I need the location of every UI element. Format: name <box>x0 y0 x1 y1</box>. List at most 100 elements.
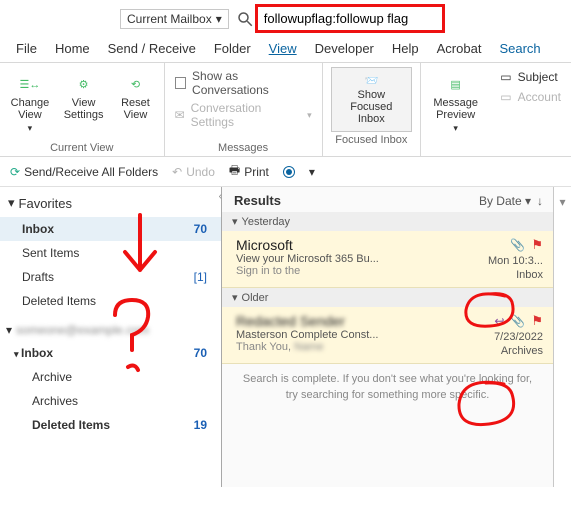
overflow-button[interactable]: ▾ <box>309 165 315 179</box>
group-yesterday[interactable]: ▾ Yesterday <box>222 212 553 231</box>
chevron-down-icon: ▾ <box>8 195 15 211</box>
nav-sub-inbox-label: Inbox <box>21 346 53 360</box>
nav-sub-deleted-count: 19 <box>194 418 207 432</box>
attachment-icon: 📎 <box>510 314 525 328</box>
view-settings-button[interactable]: ⚙ View Settings <box>60 71 107 136</box>
print-label: Print <box>244 165 269 179</box>
change-view-icon: ☰↔ <box>19 73 41 95</box>
reading-pane-collapsed[interactable]: ▾ <box>553 187 571 487</box>
subject-icon: ▭ <box>500 70 511 84</box>
menu-acrobat[interactable]: Acrobat <box>437 41 482 56</box>
nav-sub-archives-label: Archives <box>32 394 78 408</box>
reset-view-button[interactable]: ⟲ Reset View <box>115 71 155 136</box>
preview-icon: ▤ <box>445 73 467 95</box>
undo-label: Undo <box>186 165 215 179</box>
undo-button: ↶ Undo <box>172 165 215 179</box>
chevron-down-icon: ▾ <box>453 123 458 134</box>
arrangement-group: ▭ Subject ▭ Account <box>490 63 571 156</box>
chevron-down-icon: ▾ <box>525 194 531 208</box>
nav-sent[interactable]: Sent Items <box>0 241 221 265</box>
print-button[interactable]: 🖶 Print <box>229 161 269 182</box>
arrange-account: ▭ Account <box>498 87 563 107</box>
message-time: Mon 10:3... <box>488 255 543 267</box>
message-card[interactable]: Microsoft View your Microsoft 365 Bu... … <box>222 231 553 288</box>
arrange-subject-label: Subject <box>518 70 558 84</box>
show-focused-inbox-button[interactable]: 📨 Show Focused Inbox <box>331 67 412 132</box>
message-preview-button[interactable]: ▤ Message Preview ▾ <box>429 71 482 136</box>
chevron-down-icon: ▾ <box>232 291 238 304</box>
menu-developer[interactable]: Developer <box>315 41 374 56</box>
mailbox-selector[interactable]: Current Mailbox ▾ <box>120 9 229 29</box>
account-name: someone@example.com <box>16 323 149 337</box>
send-receive-all-label: Send/Receive All Folders <box>24 165 158 179</box>
menu-view[interactable]: View <box>269 41 297 56</box>
ribbon: ☰↔ Change View ▾ ⚙ View Settings ⟲ Reset… <box>0 62 571 157</box>
message-from: Microsoft <box>236 237 379 253</box>
nav-sub-archive[interactable]: Archive <box>0 365 221 389</box>
nav-sub-deleted-label: Deleted Items <box>32 418 110 432</box>
nav-drafts-count: [1] <box>194 270 207 284</box>
menu-search[interactable]: Search <box>499 41 540 56</box>
results-pane: Results By Date ▾ ↓ ▾ Yesterday Microsof… <box>222 187 553 487</box>
messages-group-label: Messages <box>218 140 268 156</box>
refresh-icon: ⟳ <box>10 165 20 179</box>
menu-file[interactable]: File <box>16 41 37 56</box>
results-title: Results <box>234 193 281 208</box>
sort-by-button[interactable]: By Date ▾ <box>479 194 531 208</box>
search-input[interactable] <box>260 9 440 28</box>
search-complete-text: Search is complete. If you don't see wha… <box>222 364 553 411</box>
nav-deleted[interactable]: Deleted Items <box>0 289 221 313</box>
dot-icon <box>283 166 295 178</box>
undo-icon: ↶ <box>172 165 182 179</box>
conversation-settings-label: Conversation Settings <box>191 101 302 129</box>
group-older[interactable]: ▾ Older <box>222 288 553 307</box>
nav-inbox-label: Inbox <box>22 222 54 236</box>
nav-sub-inbox[interactable]: ▾ Inbox 70 <box>0 341 221 365</box>
reply-icon: ↩ <box>494 314 504 328</box>
message-from: Redacted Sender <box>236 313 378 329</box>
message-subject: Masterson Complete Const... <box>236 329 378 341</box>
menu-send-receive[interactable]: Send / Receive <box>108 41 196 56</box>
message-folder: Archives <box>501 345 543 357</box>
nav-inbox[interactable]: Inbox 70 <box>0 217 221 241</box>
conversation-icon: ✉ <box>175 108 185 122</box>
message-card[interactable]: Redacted Sender Masterson Complete Const… <box>222 307 553 364</box>
change-view-label: Change View <box>10 97 50 121</box>
view-settings-label: View Settings <box>62 97 105 121</box>
attachment-icon: 📎 <box>510 238 525 252</box>
nav-sub-deleted[interactable]: Deleted Items 19 <box>0 413 221 437</box>
show-focused-inbox-label: Show Focused Inbox <box>340 89 403 125</box>
favorites-header[interactable]: ▾ Favorites <box>0 187 221 217</box>
nav-drafts[interactable]: Drafts [1] <box>0 265 221 289</box>
send-receive-all-button[interactable]: ⟳ Send/Receive All Folders <box>10 165 158 179</box>
chevron-down-icon: ▾ <box>232 215 238 228</box>
chevron-down-icon: ▾ <box>216 12 222 26</box>
menu-folder[interactable]: Folder <box>214 41 251 56</box>
arrange-subject[interactable]: ▭ Subject <box>498 67 563 87</box>
reset-view-label: Reset View <box>117 97 153 121</box>
show-as-conversations-checkbox[interactable]: Show as Conversations <box>171 67 316 99</box>
menu-home[interactable]: Home <box>55 41 90 56</box>
message-folder: Inbox <box>516 269 543 281</box>
menu-help[interactable]: Help <box>392 41 419 56</box>
flag-icon[interactable]: ⚑ <box>531 237 543 253</box>
chevron-down-icon: ▾ <box>14 349 21 359</box>
flag-icon[interactable]: ⚑ <box>531 313 543 329</box>
nav-inbox-count: 70 <box>194 222 207 236</box>
nav-deleted-label: Deleted Items <box>22 294 96 308</box>
change-view-button[interactable]: ☰↔ Change View ▾ <box>8 71 52 136</box>
message-preview-label: Message Preview <box>431 97 480 121</box>
message-preview: Sign in to the <box>236 265 379 277</box>
nav-sub-inbox-count: 70 <box>194 346 207 360</box>
search-icon[interactable] <box>235 8 255 30</box>
mailbox-selector-label: Current Mailbox <box>127 12 212 26</box>
nav-sub-archive-label: Archive <box>32 370 72 384</box>
print-icon: 🖶 <box>229 161 240 182</box>
nav-drafts-label: Drafts <box>22 270 54 284</box>
nav-sub-archives[interactable]: Archives <box>0 389 221 413</box>
radio-dot[interactable] <box>283 166 295 178</box>
quick-toolbar: ⟳ Send/Receive All Folders ↶ Undo 🖶 Prin… <box>0 157 571 187</box>
menu-bar: File Home Send / Receive Folder View Dev… <box>0 33 571 62</box>
account-header[interactable]: ▾ someone@example.com <box>0 313 221 341</box>
sort-direction-button[interactable]: ↓ <box>537 194 543 208</box>
